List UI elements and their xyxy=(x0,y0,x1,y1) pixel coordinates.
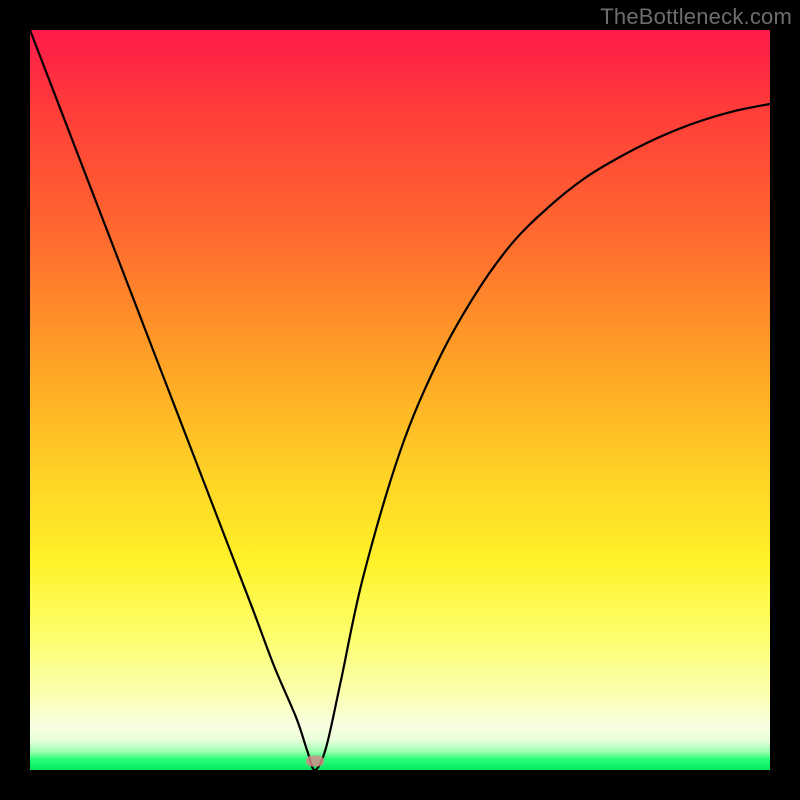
watermark-text: TheBottleneck.com xyxy=(600,4,792,30)
minimum-marker xyxy=(306,756,324,767)
chart-frame: TheBottleneck.com xyxy=(0,0,800,800)
plot-area xyxy=(30,30,770,770)
bottleneck-curve xyxy=(30,30,770,770)
